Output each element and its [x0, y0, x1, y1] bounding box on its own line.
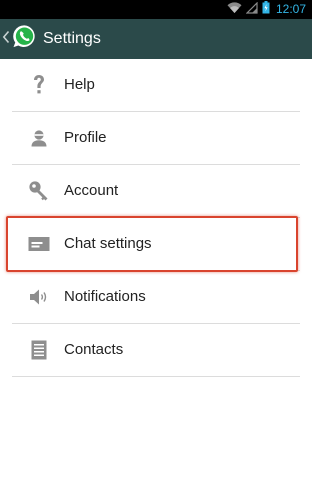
- menu-item-label: Account: [64, 182, 119, 199]
- whatsapp-logo-icon: [11, 23, 38, 55]
- menu-item-contacts[interactable]: Contacts: [12, 324, 300, 377]
- speaker-icon: [26, 284, 52, 310]
- action-bar: Settings: [0, 19, 312, 59]
- up-navigation-button[interactable]: [0, 19, 38, 59]
- menu-item-notifications[interactable]: Notifications: [12, 271, 300, 324]
- battery-icon: [262, 0, 270, 19]
- menu-item-help[interactable]: Help: [12, 59, 300, 112]
- menu-item-account[interactable]: Account: [12, 165, 300, 218]
- menu-item-label: Help: [64, 76, 95, 93]
- status-bar: 12:07: [0, 0, 312, 19]
- status-time: 12:07: [275, 2, 306, 16]
- key-icon: [26, 178, 52, 204]
- contacts-icon: [26, 337, 52, 363]
- menu-item-chat-settings[interactable]: Chat settings: [6, 216, 300, 272]
- profile-icon: [26, 125, 52, 151]
- settings-list: Help Profile Account Chat settings Notif…: [0, 59, 312, 377]
- menu-item-label: Chat settings: [64, 235, 152, 252]
- wifi-icon: [227, 1, 242, 19]
- back-chevron-icon: [2, 30, 11, 49]
- chat-icon: [26, 231, 52, 257]
- menu-item-profile[interactable]: Profile: [12, 112, 300, 165]
- page-title: Settings: [43, 30, 101, 47]
- menu-item-label: Contacts: [64, 341, 124, 358]
- menu-item-label: Profile: [64, 129, 107, 146]
- help-icon: [26, 72, 52, 98]
- status-icons: 12:07: [227, 0, 306, 19]
- signal-icon: [245, 1, 258, 19]
- menu-item-label: Notifications: [64, 288, 146, 305]
